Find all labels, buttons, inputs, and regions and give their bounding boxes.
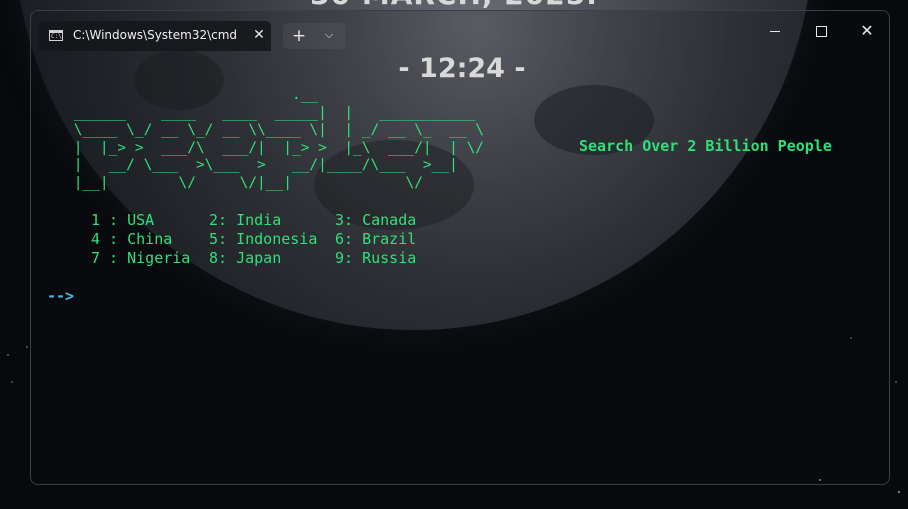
clock: - 12:24 - — [398, 53, 526, 84]
menu-option: 5: Indonesia — [209, 230, 318, 248]
ascii-logo: .__ ______ ____ ____ _____| | __________… — [73, 87, 485, 191]
close-icon: ✕ — [860, 21, 874, 40]
minimize-icon — [770, 31, 780, 32]
maximize-icon — [816, 26, 827, 37]
desktop-background: 30 MARCH, 2025. C:\ C:\Windows\System32\… — [0, 0, 908, 509]
chevron-down-icon: ⌵ — [324, 28, 334, 41]
menu-option: 2: India — [209, 211, 282, 229]
tab-close-button[interactable]: ✕ — [249, 25, 269, 45]
tab-dropdown-button[interactable]: ⌵ — [316, 24, 342, 48]
tagline: Search Over 2 Billion People — [579, 137, 832, 155]
menu-row: 7 : Nigeria 8: Japan 9: Russia — [91, 249, 435, 268]
menu-option: 9: Russia — [335, 249, 417, 267]
menu-option: 7 : Nigeria — [91, 249, 191, 267]
close-icon: ✕ — [253, 27, 265, 43]
cmd-icon: C:\ — [49, 30, 63, 41]
close-button[interactable]: ✕ — [852, 19, 882, 43]
menu-row: 4 : China 5: Indonesia 6: Brazil — [91, 230, 435, 249]
maximize-button[interactable] — [806, 19, 836, 43]
menu-option: 4 : China — [91, 230, 173, 248]
tab-title: C:\Windows\System32\cmd.e — [73, 28, 238, 42]
title-bar[interactable]: C:\ C:\Windows\System32\cmd.e ✕ + ⌵ ✕ — [31, 11, 889, 51]
new-tab-button[interactable]: + — [286, 24, 312, 48]
menu-option: 3: Canada — [335, 211, 417, 229]
menu-option: 6: Brazil — [335, 230, 417, 248]
menu-option: 8: Japan — [209, 249, 282, 267]
menu-option: 1 : USA — [91, 211, 155, 229]
minimize-button[interactable] — [760, 19, 790, 43]
terminal-output[interactable]: - 12:24 - .__ ______ ____ ____ _____| | … — [31, 51, 889, 484]
plus-icon: + — [291, 26, 307, 46]
terminal-window[interactable]: C:\ C:\Windows\System32\cmd.e ✕ + ⌵ ✕ - … — [30, 10, 890, 485]
tab-cmd[interactable]: C:\ C:\Windows\System32\cmd.e ✕ — [39, 21, 271, 51]
country-menu: 1 : USA 2: India 3: Canada 4 : China 5: … — [91, 211, 435, 268]
command-prompt[interactable]: --> — [47, 287, 74, 305]
menu-row: 1 : USA 2: India 3: Canada — [91, 211, 435, 230]
